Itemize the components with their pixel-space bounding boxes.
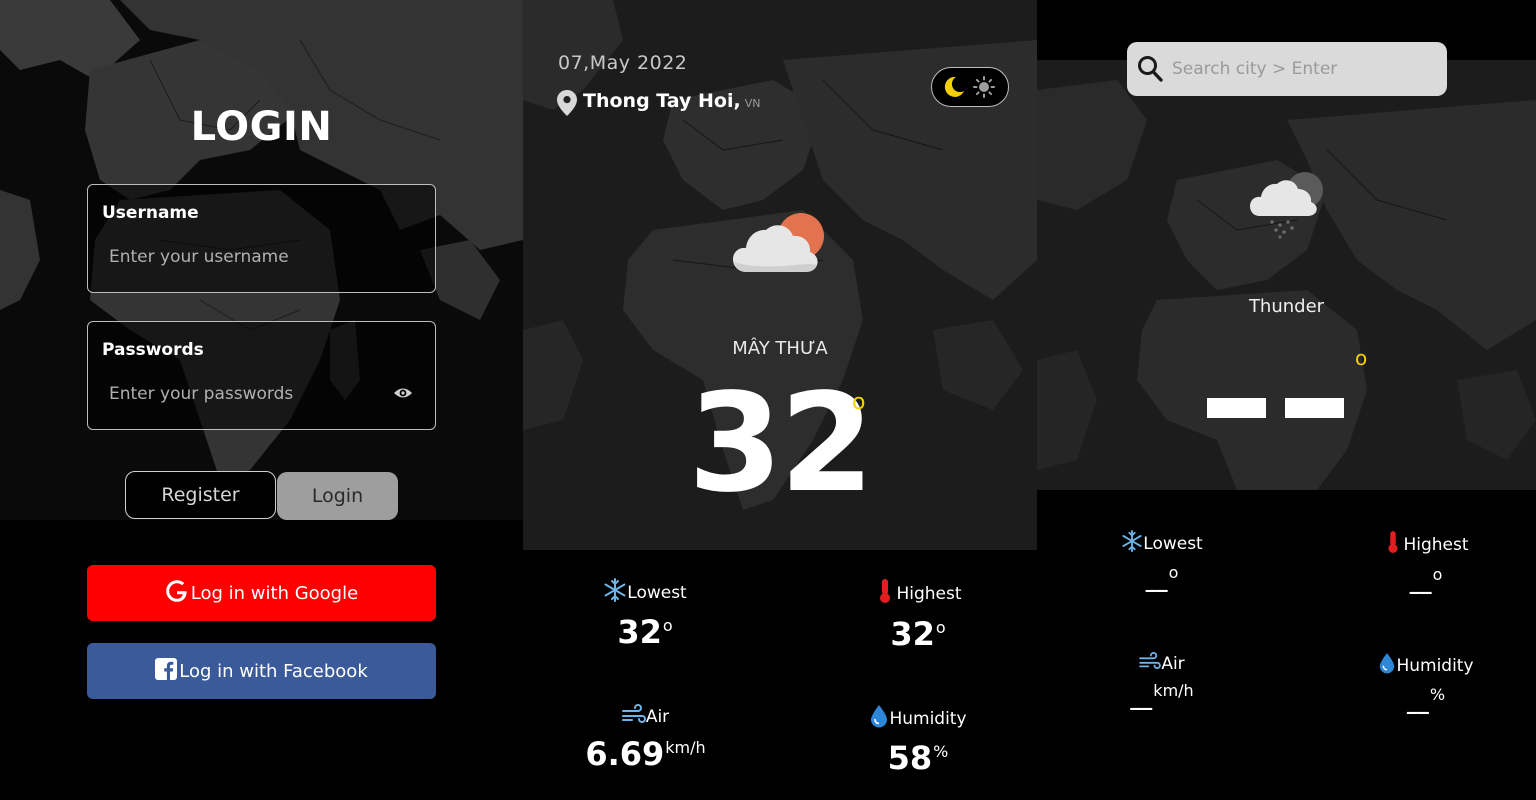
wind-icon bbox=[1139, 652, 1162, 675]
login-button[interactable]: Login bbox=[277, 472, 398, 520]
air-label: Air bbox=[645, 706, 670, 727]
facebook-icon bbox=[155, 657, 178, 685]
highest-label: Highest bbox=[896, 583, 962, 604]
show-password-eye-icon[interactable] bbox=[393, 385, 413, 399]
facebook-login-button[interactable]: Log in with Facebook bbox=[87, 643, 436, 699]
degree-symbol: o bbox=[852, 390, 866, 415]
search-highest-label: Highest bbox=[1403, 534, 1469, 555]
air-value: 6.69 bbox=[585, 735, 665, 773]
search-air-stat: Air __km/h bbox=[1107, 652, 1217, 710]
username-field[interactable]: Username bbox=[87, 184, 436, 293]
search-humidity-label: Humidity bbox=[1396, 655, 1474, 676]
lowest-value: 32 bbox=[617, 613, 662, 651]
search-humidity-value: __ bbox=[1406, 689, 1429, 715]
thunder-rain-cloud-icon bbox=[1250, 170, 1324, 244]
search-weather-condition: Thunder bbox=[1248, 296, 1325, 317]
partly-cloudy-icon bbox=[733, 212, 825, 280]
google-login-label: Log in with Google bbox=[190, 582, 359, 604]
search-lowest-unit: o bbox=[1168, 563, 1179, 582]
highest-value: 32 bbox=[890, 615, 935, 653]
weather-panel: 07,May 2022 Thong Tay Hoi, VN MÂY THƯA 3… bbox=[523, 0, 1037, 800]
password-input[interactable] bbox=[109, 380, 379, 408]
wind-icon bbox=[621, 704, 646, 729]
search-lowest-stat: Lowest __o bbox=[1107, 530, 1217, 592]
current-date: 07,May 2022 bbox=[558, 52, 688, 74]
search-air-unit: km/h bbox=[1153, 681, 1194, 700]
search-panel: Thunder o Lowest __o Highest __o bbox=[1037, 0, 1536, 800]
password-field[interactable]: Passwords bbox=[87, 321, 436, 430]
humidity-value: 58 bbox=[887, 739, 933, 777]
search-humidity-stat: Humidity __% bbox=[1371, 652, 1481, 714]
lowest-label: Lowest bbox=[627, 582, 687, 603]
login-title: LOGIN bbox=[190, 104, 333, 150]
lowest-unit: o bbox=[662, 616, 673, 636]
world-map-background bbox=[1037, 60, 1536, 490]
search-lowest-value: __ bbox=[1145, 567, 1168, 593]
humidity-label: Humidity bbox=[889, 708, 967, 729]
search-lowest-label: Lowest bbox=[1143, 533, 1203, 554]
country-code: VN bbox=[744, 97, 761, 110]
water-drop-icon bbox=[1378, 652, 1396, 679]
location: Thong Tay Hoi, VN bbox=[557, 90, 760, 116]
thermometer-icon bbox=[1383, 530, 1403, 559]
thermometer-icon bbox=[874, 578, 896, 609]
highest-temperature-stat: Highest 32o bbox=[853, 578, 983, 653]
snowflake-icon bbox=[1121, 530, 1143, 557]
search-air-value: __ bbox=[1130, 685, 1153, 711]
water-drop-icon bbox=[869, 704, 889, 733]
username-input[interactable] bbox=[109, 243, 379, 271]
weather-condition: MÂY THƯA bbox=[732, 338, 828, 359]
highest-unit: o bbox=[935, 618, 946, 638]
facebook-login-label: Log in with Facebook bbox=[179, 660, 368, 682]
temperature-placeholder-dash bbox=[1285, 398, 1344, 418]
location-pin-icon bbox=[557, 90, 577, 116]
temperature-placeholder-dash bbox=[1207, 398, 1266, 418]
air-speed-stat: Air 6.69km/h bbox=[568, 704, 723, 773]
search-humidity-unit: % bbox=[1429, 685, 1446, 704]
google-icon bbox=[165, 579, 189, 608]
google-login-button[interactable]: Log in with Google bbox=[87, 565, 436, 621]
moon-icon bbox=[943, 76, 965, 102]
search-highest-stat: Highest __o bbox=[1371, 530, 1481, 594]
search-air-label: Air bbox=[1161, 653, 1185, 674]
city-search-input[interactable] bbox=[1172, 55, 1432, 83]
theme-toggle[interactable] bbox=[931, 67, 1009, 107]
search-highest-unit: o bbox=[1432, 565, 1443, 584]
city-name: Thong Tay Hoi, bbox=[583, 90, 741, 112]
humidity-unit: % bbox=[933, 742, 949, 762]
lowest-temperature-stat: Lowest 32o bbox=[580, 578, 710, 651]
humidity-stat: Humidity 58% bbox=[853, 704, 983, 777]
search-highest-value: __ bbox=[1409, 569, 1432, 595]
username-label: Username bbox=[102, 203, 199, 223]
search-box[interactable] bbox=[1127, 42, 1447, 96]
air-unit: km/h bbox=[665, 738, 706, 758]
sun-icon bbox=[973, 76, 995, 102]
login-panel: LOGIN Username Passwords Register Login … bbox=[0, 0, 523, 800]
search-icon bbox=[1137, 55, 1163, 87]
current-temperature: 32 bbox=[688, 365, 874, 523]
register-button[interactable]: Register bbox=[125, 471, 276, 519]
snowflake-icon bbox=[603, 578, 627, 607]
search-degree-symbol: o bbox=[1355, 346, 1368, 370]
password-label: Passwords bbox=[102, 340, 204, 360]
